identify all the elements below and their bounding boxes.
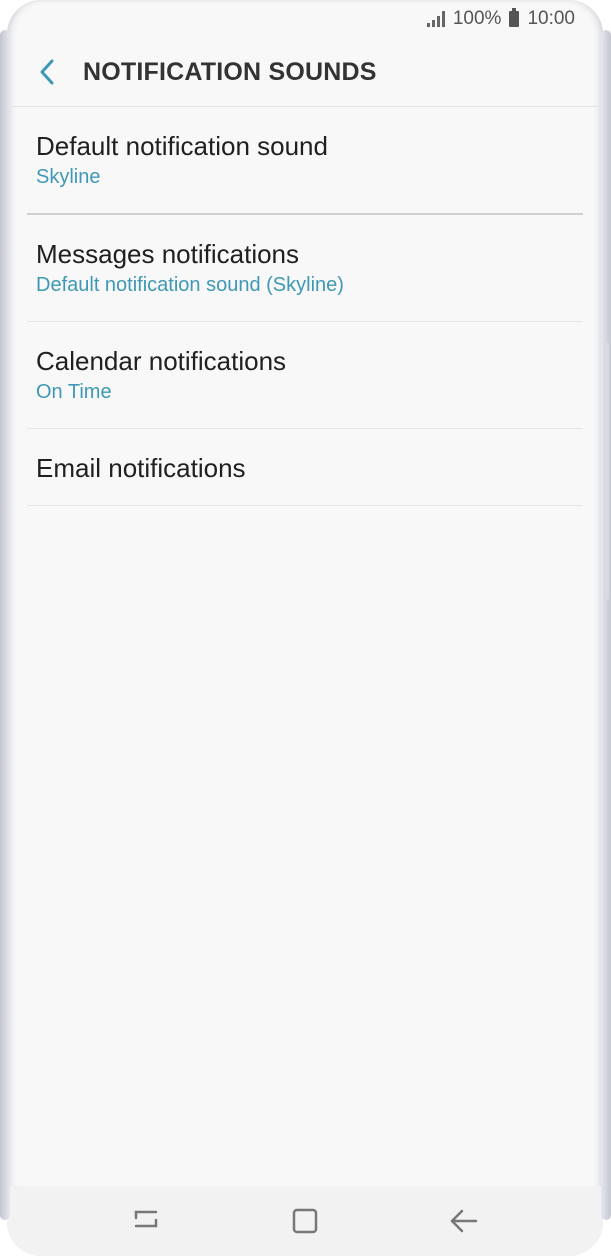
item-title: Messages notifications — [36, 239, 300, 269]
device-edge-right — [601, 30, 611, 1220]
navigation-bar — [7, 1186, 603, 1256]
device-frame: 100% 10:00 NOTIFICATION SOUNDS Default n… — [0, 0, 611, 1256]
item-subtitle: On Time — [36, 381, 112, 403]
item-title: Calendar notifications — [36, 346, 287, 376]
nav-back-button[interactable] — [434, 1196, 494, 1246]
side-key — [604, 342, 609, 600]
back-button[interactable] — [27, 52, 67, 92]
battery-icon — [509, 8, 520, 27]
item-title: Default notification sound — [36, 131, 328, 161]
home-icon — [292, 1208, 318, 1234]
back-arrow-icon — [40, 59, 54, 85]
item-subtitle: Default notification sound (Skyline) — [36, 274, 344, 296]
list-item-messages-notifications[interactable]: Messages notifications Default notificat… — [27, 215, 583, 322]
home-button[interactable] — [275, 1196, 335, 1246]
item-title: Email notifications — [36, 453, 246, 483]
settings-list: Default notification sound Skyline Messa… — [27, 107, 583, 506]
recent-apps-icon — [135, 1210, 158, 1228]
recent-apps-button[interactable] — [116, 1196, 176, 1246]
back-icon — [450, 1209, 477, 1233]
screen: 100% 10:00 NOTIFICATION SOUNDS Default n… — [7, 0, 603, 1256]
device-edge-left — [0, 30, 10, 1220]
list-item-calendar-notifications[interactable]: Calendar notifications On Time — [27, 322, 583, 429]
signal-icon — [426, 11, 445, 27]
list-item-email-notifications[interactable]: Email notifications — [27, 429, 583, 506]
app-header: NOTIFICATION SOUNDS — [7, 38, 603, 107]
list-item-default-notification-sound[interactable]: Default notification sound Skyline — [27, 107, 583, 215]
item-subtitle: Skyline — [36, 166, 101, 188]
page-title: NOTIFICATION SOUNDS — [83, 57, 377, 86]
clock: 10:00 — [527, 8, 575, 29]
battery-percentage: 100% — [452, 8, 502, 29]
status-bar: 100% 10:00 — [7, 0, 603, 38]
